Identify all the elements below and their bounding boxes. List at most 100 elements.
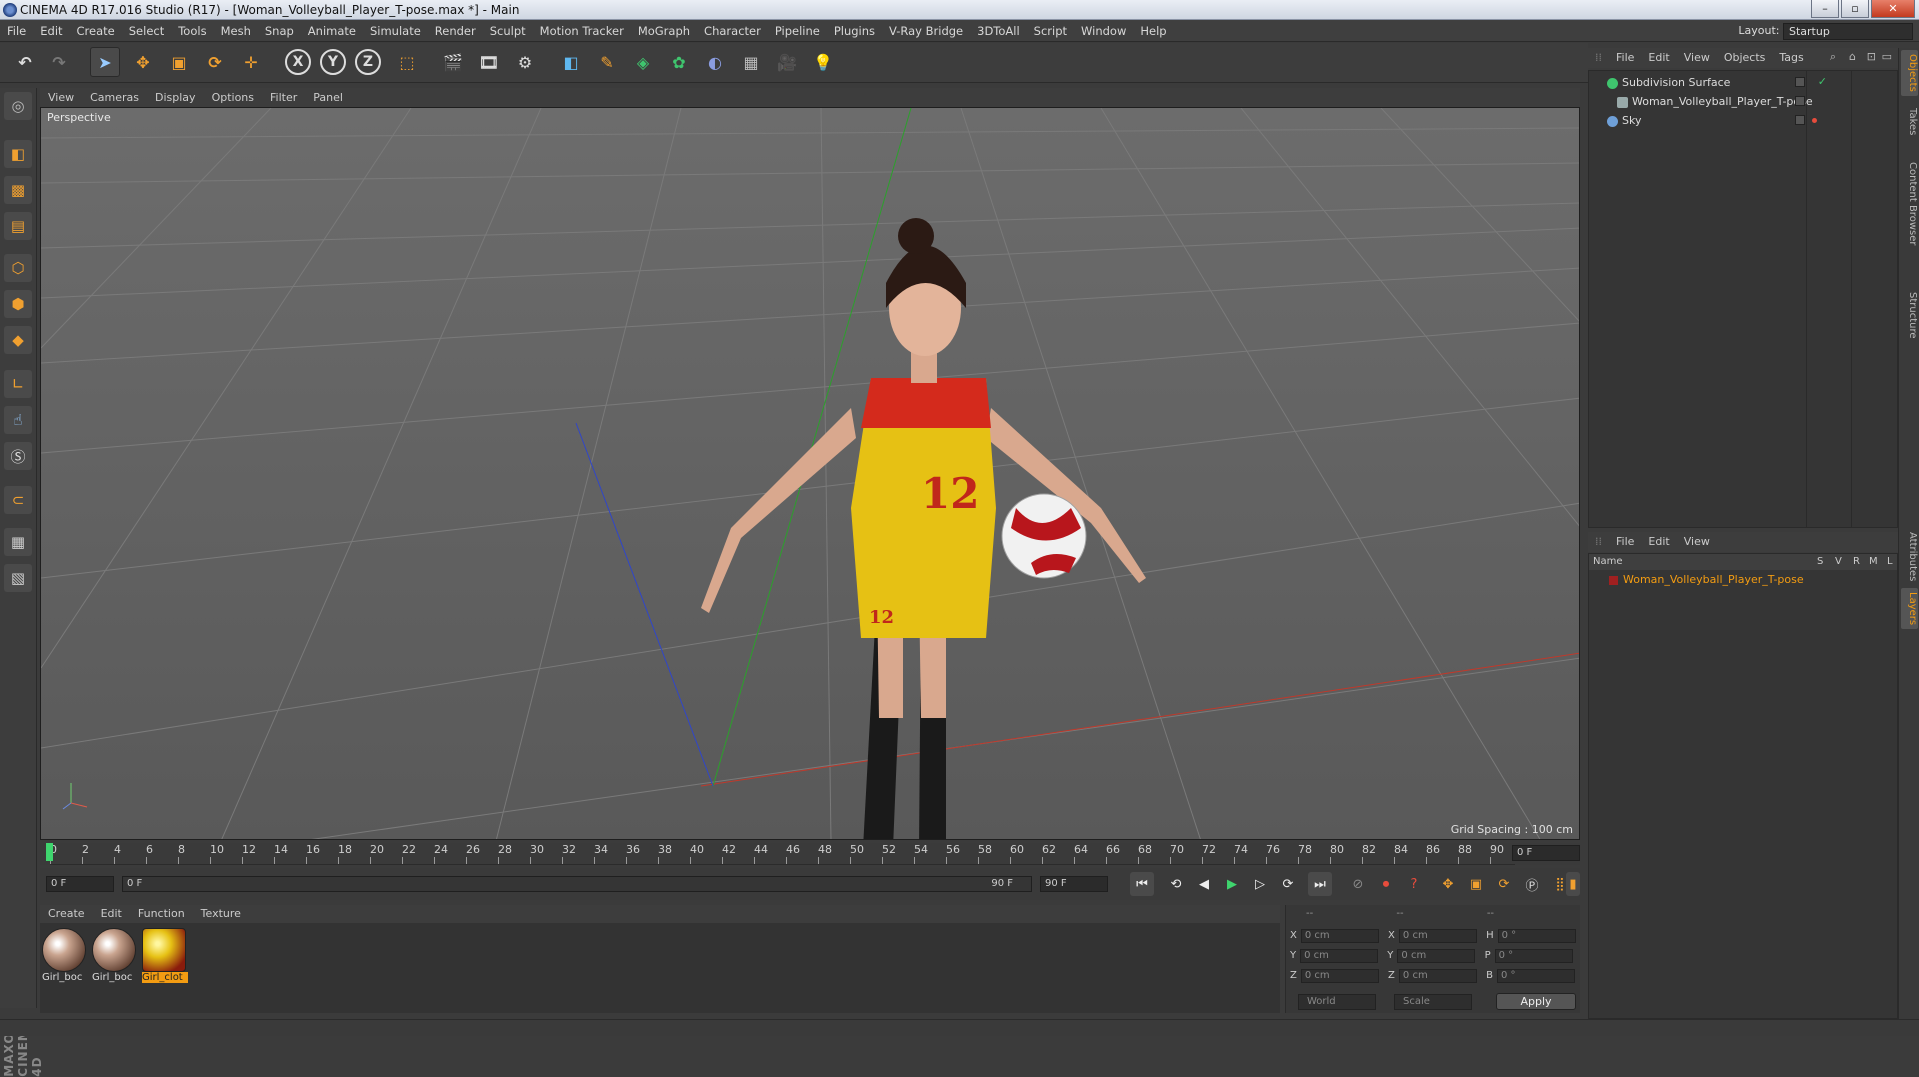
snap-icon[interactable]: Ⓢ xyxy=(4,442,32,470)
viewport-menu-display[interactable]: Display xyxy=(147,88,204,107)
timeline-window-icon[interactable]: ▮ xyxy=(1566,872,1580,896)
viewport-menu-cameras[interactable]: Cameras xyxy=(82,88,147,107)
viewport-menu-options[interactable]: Options xyxy=(204,88,262,107)
quantize-icon[interactable]: ▧ xyxy=(4,564,32,592)
scale-icon[interactable]: ▣ xyxy=(164,47,194,77)
layout-dropdown[interactable]: Startup xyxy=(1783,22,1913,40)
material-swatch[interactable]: Girl_boc xyxy=(92,928,138,983)
apply-button[interactable]: Apply xyxy=(1496,993,1576,1010)
make-editable-icon[interactable]: ◎ xyxy=(4,92,32,120)
floor-scene-icon[interactable]: ▦ xyxy=(736,47,766,77)
move-icon[interactable]: ✥ xyxy=(128,47,158,77)
previous-key-icon[interactable]: ⟲ xyxy=(1164,872,1188,896)
object-menu-view[interactable]: View xyxy=(1677,48,1717,68)
model-mode-icon[interactable]: ◧ xyxy=(4,140,32,168)
material-swatch[interactable]: Girl_boc xyxy=(42,928,88,983)
subdivision-icon[interactable]: ◈ xyxy=(628,47,658,77)
viewport-menu-filter[interactable]: Filter xyxy=(262,88,305,107)
key-rotation-icon[interactable]: ⟳ xyxy=(1492,872,1516,896)
live-selection-icon[interactable]: ✛ xyxy=(236,47,266,77)
menu-vray-bridge[interactable]: V-Ray Bridge xyxy=(882,20,970,42)
go-to-end-icon[interactable]: ⏭ xyxy=(1308,872,1332,896)
render-settings-icon[interactable]: ⚙ xyxy=(510,47,540,77)
panel-menu-icon[interactable]: ▭ xyxy=(1882,50,1892,63)
pen-spline-icon[interactable]: ✎ xyxy=(592,47,622,77)
layer-color-swatch[interactable] xyxy=(1609,575,1618,585)
layer-menu-view[interactable]: View xyxy=(1677,532,1717,552)
menu-sculpt[interactable]: Sculpt xyxy=(483,20,533,42)
enabled-check-icon[interactable]: ✓ xyxy=(1818,72,1827,91)
autokey-icon[interactable]: ⏺ xyxy=(1374,872,1398,896)
coordinate-system-icon[interactable]: ⬚ xyxy=(392,47,422,77)
tab-layers[interactable]: Layers xyxy=(1901,588,1918,630)
object-menu-edit[interactable]: Edit xyxy=(1641,48,1676,68)
previous-frame-icon[interactable]: ◀ xyxy=(1192,872,1216,896)
deformer-icon[interactable]: ◐ xyxy=(700,47,730,77)
magnet-icon[interactable]: ⊂ xyxy=(4,486,32,514)
key-position-icon[interactable]: ✥ xyxy=(1436,872,1460,896)
timeline-ruler[interactable]: 0 2 4 6 8 10 12 14 16 18 20 22 24 26 28 30 32 34 36 38 40 42 4… xyxy=(40,843,1580,865)
menu-mograph[interactable]: MoGraph xyxy=(631,20,697,42)
material-swatch-selected[interactable]: Girl_clot xyxy=(142,928,188,983)
camera-icon[interactable]: 🎥 xyxy=(772,47,802,77)
go-to-start-icon[interactable]: ⏮ xyxy=(1130,872,1154,896)
menu-script[interactable]: Script xyxy=(1027,20,1074,42)
key-scale-icon[interactable]: ▣ xyxy=(1464,872,1488,896)
current-frame-field[interactable]: 0 F xyxy=(1512,845,1580,861)
z-axis-lock-button[interactable]: Z xyxy=(355,49,381,75)
playhead[interactable] xyxy=(46,843,53,861)
object-layer-checkbox[interactable] xyxy=(1795,115,1805,125)
tab-takes[interactable]: Takes xyxy=(1901,104,1918,139)
position-z-field[interactable]: 0 cm xyxy=(1300,969,1379,983)
menu-edit[interactable]: Edit xyxy=(33,20,69,42)
object-layer-checkbox[interactable] xyxy=(1795,96,1805,106)
coordinate-space-dropdown[interactable]: World xyxy=(1298,994,1376,1010)
texture-mode-icon[interactable]: ▩ xyxy=(4,176,32,204)
key-parameter-icon[interactable]: Ⓟ xyxy=(1520,872,1544,896)
minimize-button[interactable]: – xyxy=(1811,0,1839,18)
object-row[interactable]: Subdivision Surface ✓ xyxy=(1589,73,1897,92)
tweak-mode-icon[interactable]: ☝ xyxy=(4,406,32,434)
next-frame-icon[interactable]: ▷ xyxy=(1248,872,1272,896)
position-y-field[interactable]: 0 cm xyxy=(1300,949,1379,963)
rotation-b-field[interactable]: 0 ° xyxy=(1496,969,1575,983)
end-frame-field[interactable]: 90 F xyxy=(1040,876,1108,892)
tab-structure[interactable]: Structure xyxy=(1901,288,1918,343)
rotation-p-field[interactable]: 0 ° xyxy=(1494,949,1573,963)
menu-tools[interactable]: Tools xyxy=(171,20,213,42)
menu-plugins[interactable]: Plugins xyxy=(827,20,882,42)
object-layer-checkbox[interactable] xyxy=(1795,77,1805,87)
rotate-icon[interactable]: ⟳ xyxy=(200,47,230,77)
menu-window[interactable]: Window xyxy=(1074,20,1133,42)
new-view-icon[interactable]: ⊡ xyxy=(1867,50,1876,63)
next-key-icon[interactable]: ⟳ xyxy=(1276,872,1300,896)
menu-render[interactable]: Render xyxy=(428,20,483,42)
object-menu-objects[interactable]: Objects xyxy=(1717,48,1773,68)
rotation-h-field[interactable]: 0 ° xyxy=(1497,929,1576,943)
size-x-field[interactable]: 0 cm xyxy=(1398,929,1477,943)
object-menu-file[interactable]: File xyxy=(1609,48,1641,68)
menu-select[interactable]: Select xyxy=(122,20,171,42)
layer-row[interactable]: Woman_Volleyball_Player_T-pose xyxy=(1589,571,1897,589)
start-frame-field[interactable]: 0 F xyxy=(46,876,114,892)
close-button[interactable]: ✕ xyxy=(1871,0,1915,18)
redo-icon[interactable]: ↷ xyxy=(44,47,74,77)
menu-animate[interactable]: Animate xyxy=(301,20,363,42)
search-icon[interactable]: ⌕ xyxy=(1830,50,1836,64)
tab-attributes[interactable]: Attributes xyxy=(1901,528,1918,585)
cube-primitive-icon[interactable]: ◧ xyxy=(556,47,586,77)
object-row[interactable]: Sky xyxy=(1589,111,1897,130)
frame-ruler[interactable]: 0 2 4 6 8 10 12 14 16 18 20 22 24 26 28 30 32 34 36 38 40 42 4… xyxy=(46,843,1515,865)
render-off-dot[interactable] xyxy=(1812,118,1817,123)
tab-content-browser[interactable]: Content Browser xyxy=(1901,158,1918,249)
array-icon[interactable]: ✿ xyxy=(664,47,694,77)
viewport-menu-panel[interactable]: Panel xyxy=(305,88,351,107)
menu-file[interactable]: File xyxy=(0,20,33,42)
object-row[interactable]: Woman_Volleyball_Player_T-pose xyxy=(1589,92,1897,111)
range-slider[interactable]: 0 F 90 F xyxy=(122,876,1032,892)
keyframe-selection-icon[interactable]: ? xyxy=(1402,872,1426,896)
material-menu-create[interactable]: Create xyxy=(40,905,93,923)
workplane-lock-icon[interactable]: ▦ xyxy=(4,528,32,556)
edges-mode-icon[interactable]: ⬢ xyxy=(4,290,32,318)
viewport-menu-view[interactable]: View xyxy=(40,88,82,107)
